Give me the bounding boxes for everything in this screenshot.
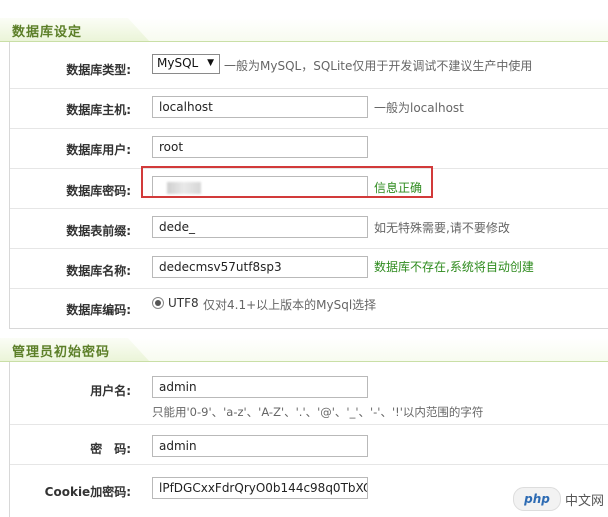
admin-username-input[interactable]: admin xyxy=(152,376,368,398)
db-user-input[interactable]: root xyxy=(152,136,368,158)
encoding-utf8-radio[interactable] xyxy=(152,297,164,309)
db-host-row: 数据库主机: localhost 一般为localhost xyxy=(10,88,608,129)
db-type-selected: MySQL xyxy=(157,56,199,70)
encoding-hint: 仅对4.1+以上版本的MySql选择 xyxy=(203,298,377,312)
php-logo-icon: php xyxy=(512,487,561,511)
db-host-label: 数据库主机: xyxy=(66,103,131,117)
db-name-hint: 数据库不存在,系统将自动创建 xyxy=(374,260,534,274)
db-type-row: 数据库类型: MySQL ▼ 一般为MySQL，SQLite仅用于开发调试不建议… xyxy=(10,42,608,89)
watermark-text: 中文网 xyxy=(564,493,604,509)
db-type-label: 数据库类型: xyxy=(66,63,131,77)
db-name-row: 数据库名称: dedecmsv57utf8sp3 数据库不存在,系统将自动创建 xyxy=(10,248,608,289)
db-type-hint: 一般为MySQL，SQLite仅用于开发调试不建议生产中使用 xyxy=(224,59,533,73)
db-prefix-label: 数据表前缀: xyxy=(66,224,131,238)
cookie-key-label: Cookie加密码: xyxy=(44,485,131,499)
password-highlight-box xyxy=(141,166,433,198)
db-encoding-row: 数据库编码: UTF8 仅对4.1+以上版本的MySql选择 xyxy=(10,288,608,328)
db-host-input[interactable]: localhost xyxy=(152,96,368,118)
db-host-hint: 一般为localhost xyxy=(374,101,464,115)
admin-username-row: 用户名: admin 只能用'0-9'、'a-z'、'A-Z'、'.'、'@'、… xyxy=(10,362,608,425)
admin-section-title: 管理员初始密码 xyxy=(12,345,111,360)
db-prefix-input[interactable]: dede_ xyxy=(152,216,368,238)
admin-password-input[interactable]: admin xyxy=(152,435,368,457)
admin-username-hint: 只能用'0-9'、'a-z'、'A-Z'、'.'、'@'、'_'、'-'、'!'… xyxy=(152,405,484,419)
db-prefix-row: 数据表前缀: dede_ 如无特殊需要,请不要修改 xyxy=(10,208,608,249)
db-section-title: 数据库设定 xyxy=(12,25,83,40)
db-user-label: 数据库用户: xyxy=(66,143,131,157)
db-type-select[interactable]: MySQL ▼ xyxy=(152,54,220,74)
db-user-row: 数据库用户: root xyxy=(10,128,608,169)
dropdown-arrow-icon: ▼ xyxy=(207,58,214,68)
db-section-header: 数据库设定 xyxy=(0,18,608,42)
admin-password-label: 密 码: xyxy=(90,442,131,456)
php-cn-watermark: php 中文网 xyxy=(512,487,604,511)
encoding-utf8-option: UTF8 xyxy=(168,296,199,310)
db-name-label: 数据库名称: xyxy=(66,264,131,278)
cookie-key-input[interactable]: lPfDGCxxFdrQryO0b144c98q0TbXO3 xyxy=(152,477,368,499)
db-encoding-label: 数据库编码: xyxy=(66,303,131,317)
admin-section-header: 管理员初始密码 xyxy=(0,338,608,362)
admin-password-row: 密 码: admin xyxy=(10,424,608,465)
admin-username-label: 用户名: xyxy=(90,384,131,398)
db-name-input[interactable]: dedecmsv57utf8sp3 xyxy=(152,256,368,278)
db-prefix-hint: 如无特殊需要,请不要修改 xyxy=(374,221,510,235)
db-password-label: 数据库密码: xyxy=(66,184,131,198)
